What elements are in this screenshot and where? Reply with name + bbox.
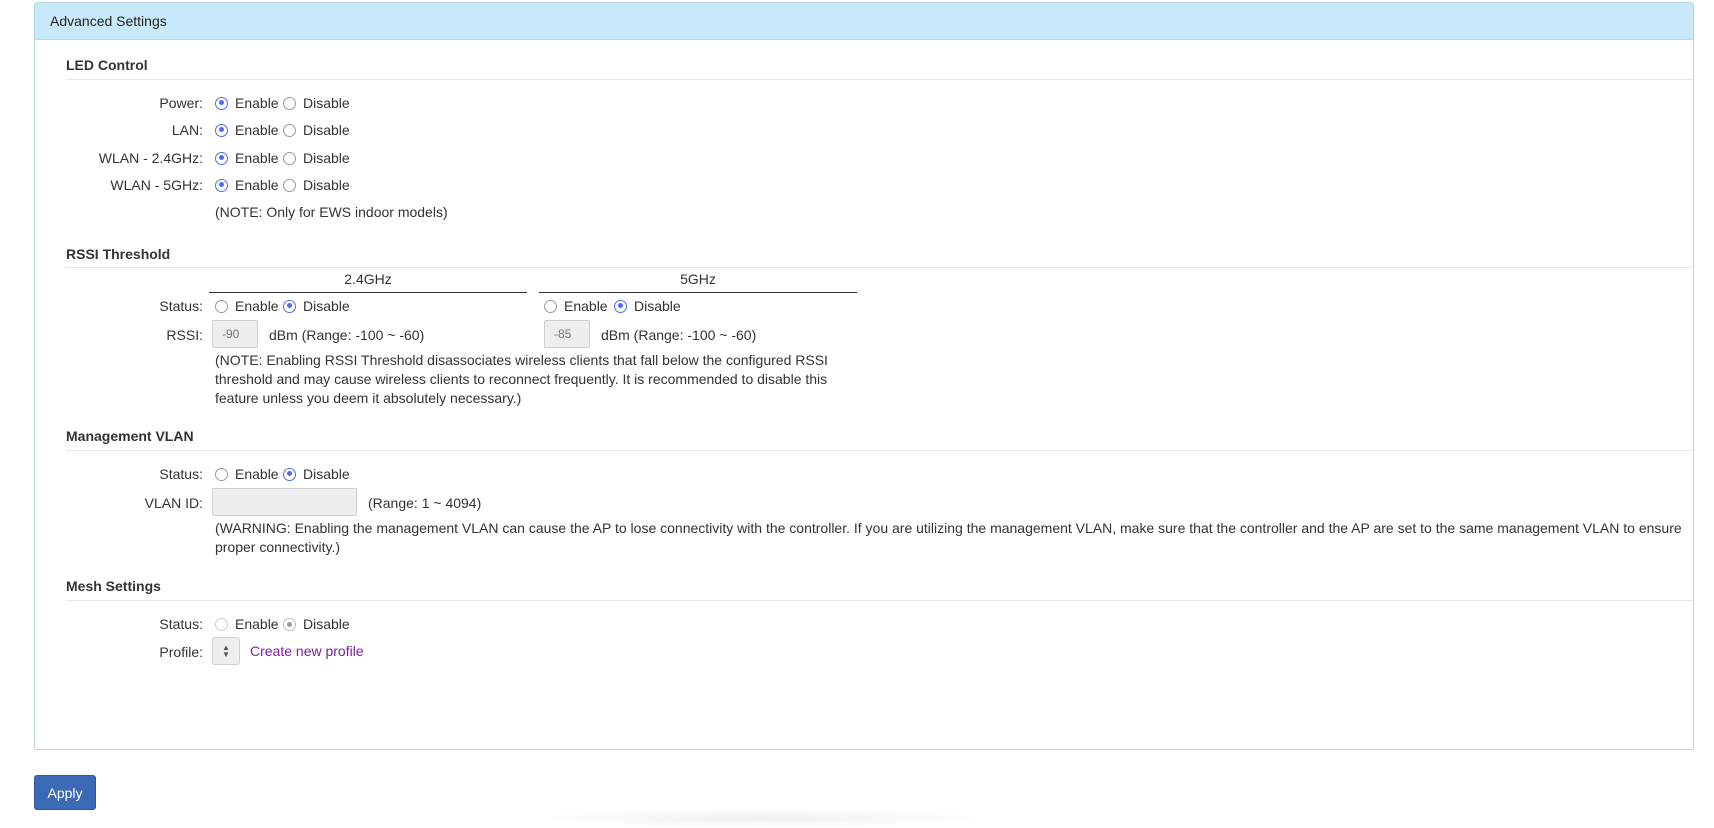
vlan-warning: (WARNING: Enabling the management VLAN c… [215, 519, 1685, 557]
radio-icon [215, 123, 228, 137]
mesh-enable-radio[interactable]: Enable [215, 616, 279, 632]
mesh-settings-title: Mesh Settings [66, 578, 161, 594]
radio-icon [283, 151, 296, 165]
rssi-5-range: dBm (Range: -100 ~ -60) [601, 327, 757, 343]
led-wlan5-enable-radio[interactable]: Enable [215, 177, 279, 193]
led-lan-enable-radio[interactable]: Enable [215, 122, 279, 138]
radio-icon [215, 299, 228, 313]
rssi-threshold-title: RSSI Threshold [66, 246, 171, 262]
radio-icon [283, 178, 296, 192]
radio-icon [283, 96, 296, 110]
vlan-enable-radio[interactable]: Enable [215, 466, 279, 482]
rssi-24-disable-radio[interactable]: Disable [283, 298, 350, 314]
led-wlan24-label: WLAN - 2.4GHz: [98, 150, 203, 166]
vlan-status-label: Status: [159, 466, 203, 482]
rssi-note-line: feature unless you deem it absolutely ne… [215, 390, 522, 406]
radio-icon [215, 178, 228, 192]
create-new-profile-link[interactable]: Create new profile [250, 643, 364, 659]
section-divider [66, 600, 1693, 601]
rssi-24-enable-radio[interactable]: Enable [215, 298, 279, 314]
rssi-note: (NOTE: Enabling RSSI Threshold disassoci… [215, 351, 828, 408]
advanced-settings-panel: Advanced Settings LED Control Power: Ena… [34, 2, 1694, 750]
radio-icon [283, 467, 296, 481]
led-wlan5-label: WLAN - 5GHz: [110, 177, 203, 193]
led-lan-disable-radio[interactable]: Disable [283, 122, 350, 138]
radio-icon [283, 617, 296, 631]
vlan-warning-line: proper connectivity.) [215, 539, 341, 555]
radio-icon [215, 96, 228, 110]
mesh-profile-select[interactable]: ▲ ▼ [212, 637, 240, 665]
radio-icon [215, 467, 228, 481]
rssi-24-input[interactable] [212, 320, 258, 348]
vlan-warning-line: (WARNING: Enabling the management VLAN c… [215, 520, 1682, 536]
rssi-col-5ghz: 5GHz [539, 271, 857, 293]
radio-icon [215, 151, 228, 165]
led-power-enable-radio[interactable]: Enable [215, 95, 279, 111]
led-power-label: Power: [159, 95, 203, 111]
mesh-status-label: Status: [159, 616, 203, 632]
rssi-5-disable-radio[interactable]: Disable [614, 298, 681, 314]
rssi-24-range: dBm (Range: -100 ~ -60) [269, 327, 425, 343]
led-wlan24-disable-radio[interactable]: Disable [283, 150, 350, 166]
section-divider [66, 450, 1693, 451]
mesh-profile-label: Profile: [159, 644, 203, 660]
chevron-down-icon: ▼ [222, 650, 230, 659]
management-vlan-title: Management VLAN [66, 428, 194, 444]
rssi-note-line: threshold and may cause wireless clients… [215, 371, 828, 387]
led-note: (NOTE: Only for EWS indoor models) [215, 204, 448, 220]
mesh-disable-radio[interactable]: Disable [283, 616, 350, 632]
section-divider [66, 267, 1693, 268]
led-wlan24-enable-radio[interactable]: Enable [215, 150, 279, 166]
vlan-id-input[interactable] [212, 488, 357, 516]
radio-icon [614, 299, 627, 313]
apply-button[interactable]: Apply [34, 775, 96, 810]
radio-icon [283, 299, 296, 313]
led-wlan5-disable-radio[interactable]: Disable [283, 177, 350, 193]
vlan-id-label: VLAN ID: [144, 495, 203, 511]
led-power-disable-radio[interactable]: Disable [283, 95, 350, 111]
panel-title: Advanced Settings [35, 3, 1693, 40]
vlan-disable-radio[interactable]: Disable [283, 466, 350, 482]
section-divider [66, 79, 1693, 80]
radio-icon [215, 617, 228, 631]
led-control-title: LED Control [66, 57, 148, 73]
led-lan-label: LAN: [171, 122, 203, 138]
rssi-5-input[interactable] [544, 320, 590, 348]
radio-icon [283, 123, 296, 137]
rssi-5-enable-radio[interactable]: Enable [544, 298, 608, 314]
radio-icon [544, 299, 557, 313]
bottom-shadow [520, 808, 1000, 828]
rssi-value-label: RSSI: [166, 327, 203, 343]
rssi-col-24ghz: 2.4GHz [209, 271, 527, 293]
rssi-status-label: Status: [159, 298, 203, 314]
vlan-range: (Range: 1 ~ 4094) [368, 495, 482, 511]
rssi-note-line: (NOTE: Enabling RSSI Threshold disassoci… [215, 352, 828, 368]
